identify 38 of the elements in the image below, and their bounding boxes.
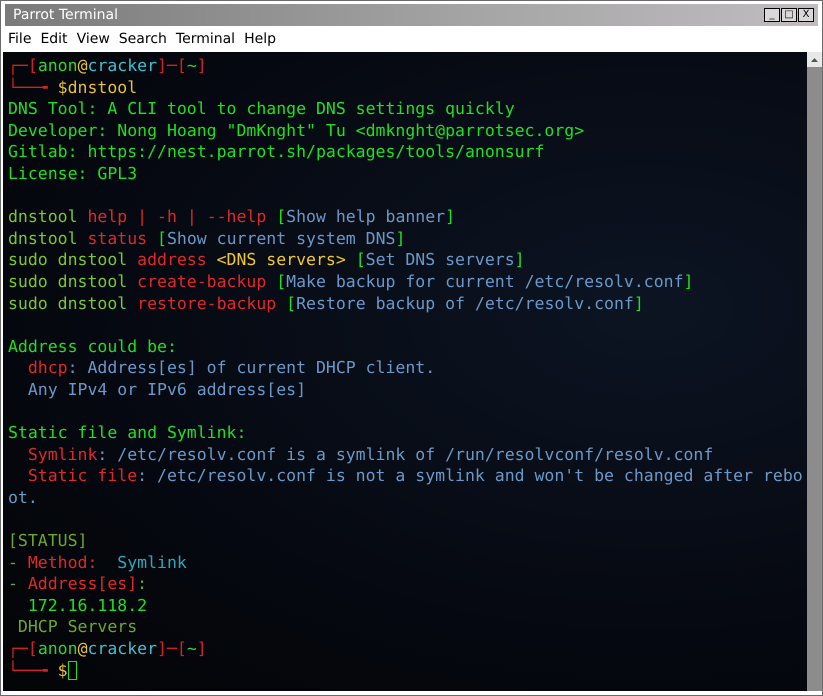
menu-item[interactable]: Edit xyxy=(40,31,68,47)
up-arrow-icon xyxy=(811,58,818,62)
maximize-button[interactable]: □ xyxy=(781,8,797,22)
terminal-line: sudo dnstool address <DNS servers> [Set DNS servers] xyxy=(8,249,526,271)
terminal-line: ot. xyxy=(8,486,39,508)
terminal-line: ┌─[anon@cracker]─[~] xyxy=(8,55,208,77)
terminal-line: └──╼ $dnstool xyxy=(8,76,138,98)
menu-item[interactable]: Search xyxy=(118,31,167,47)
terminal-line: 172.16.118.2 xyxy=(26,594,148,616)
terminal-line: Developer: Nong Hoang "DmKnght" Tu <dmknght@parrotsec.org> xyxy=(8,120,586,142)
menu-item[interactable]: Terminal xyxy=(176,31,236,47)
terminal-line: Gitlab: https://nest.parrot.sh/packages/tools/anonsurf xyxy=(8,141,546,163)
terminal-line: ┌─[anon@cracker]─[~] xyxy=(8,638,208,660)
terminal-line: Any IPv4 or IPv6 address[es] xyxy=(26,378,308,400)
terminal-line: └──╼ $ xyxy=(8,660,807,682)
scroll-up-button[interactable] xyxy=(807,52,822,67)
terminal-line: Address could be: xyxy=(8,336,178,358)
terminal-line: dnstool help | -h | --help [Show help banner] xyxy=(8,206,456,228)
terminal-line: dhcp: Address[es] of current DHCP client. xyxy=(26,357,436,379)
terminal-line: DHCP Servers xyxy=(16,616,138,638)
terminal-line: Static file: /etc/resolv.conf is not a symlink and won't be changed after rebo xyxy=(26,465,804,487)
menu-item[interactable]: View xyxy=(76,31,110,47)
menu-item[interactable]: Help xyxy=(244,31,276,47)
terminal-line: - Address[es]: xyxy=(8,573,148,595)
terminal-line: Symlink: /etc/resolv.conf is a symlink of /run/resolvconf/resolv.conf xyxy=(26,444,714,466)
terminal-line: sudo dnstool restore-backup [Restore backup of /etc/resolv.conf] xyxy=(8,292,645,314)
terminal-line: License: GPL3 xyxy=(8,162,138,185)
minimize-button[interactable]: _ xyxy=(764,8,780,22)
terminal-line: - Method: Symlink xyxy=(8,552,188,574)
close-button[interactable]: X xyxy=(798,8,814,22)
scrollbar[interactable] xyxy=(807,52,822,691)
window-title: Parrot Terminal xyxy=(13,7,118,23)
terminal-line: dnstool status [Show current system DNS] xyxy=(8,228,406,250)
menu-item[interactable]: File xyxy=(8,31,32,47)
terminal-line: Static file and Symlink: xyxy=(8,422,248,444)
terminal-line: [STATUS] xyxy=(8,530,88,552)
terminal-line: sudo dnstool create-backup [Make backup for current /etc/resolv.conf] xyxy=(8,270,694,293)
terminal-line: DNS Tool: A CLI tool to change DNS settings quickly xyxy=(8,98,516,120)
